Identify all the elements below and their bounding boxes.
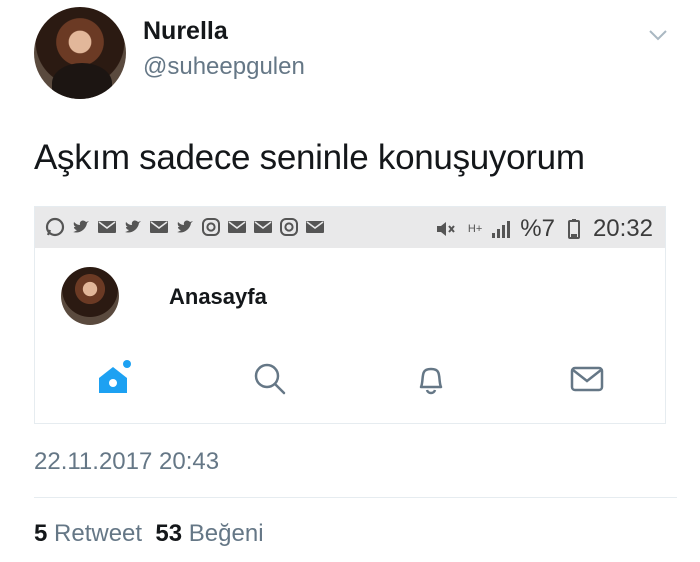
embedded-page-title: Anasayfa bbox=[169, 284, 267, 309]
tweet-stats: 5 Retweet 53 Beğeni bbox=[34, 520, 264, 548]
mute-icon bbox=[436, 222, 455, 236]
twitter-icon bbox=[73, 220, 89, 233]
author-handle[interactable]: @suheepgulen bbox=[143, 53, 305, 81]
signal-icon bbox=[492, 221, 511, 238]
battery-icon bbox=[567, 219, 580, 239]
twitter-icon bbox=[125, 220, 141, 233]
retweet-label[interactable]: Retweet bbox=[54, 520, 142, 547]
retweet-count[interactable]: 5 bbox=[34, 520, 47, 547]
like-count[interactable]: 53 bbox=[155, 520, 182, 547]
chevron-down-icon[interactable] bbox=[646, 25, 670, 45]
divider bbox=[34, 497, 677, 498]
instagram-icon bbox=[202, 218, 220, 236]
mail-icon bbox=[254, 221, 272, 233]
phone-status-bar: H+ %7 20:32 bbox=[35, 207, 665, 248]
tweet-timestamp[interactable]: 22.11.2017 20:43 bbox=[34, 448, 219, 476]
embedded-tab-bar bbox=[35, 355, 665, 405]
tweet-text: Aşkım sadece seninle konuşuyorum bbox=[34, 138, 585, 177]
instagram-icon bbox=[280, 218, 298, 236]
mail-icon bbox=[98, 221, 116, 233]
embedded-avatar bbox=[61, 267, 119, 325]
network-type: H+ bbox=[467, 223, 483, 235]
twitter-icon bbox=[177, 220, 193, 233]
embedded-screenshot: H+ %7 20:32 Anasayfa bbox=[34, 206, 666, 424]
notification-icons bbox=[45, 217, 325, 237]
author-avatar[interactable] bbox=[34, 7, 126, 99]
mail-icon bbox=[150, 221, 168, 233]
mail-icon bbox=[306, 221, 324, 233]
status-time: 20:32 bbox=[592, 215, 653, 242]
home-icon bbox=[99, 360, 131, 393]
status-right: H+ %7 20:32 bbox=[434, 215, 653, 243]
author-name[interactable]: Nurella bbox=[143, 17, 228, 46]
messages-icon bbox=[570, 366, 604, 392]
battery-percent: %7 bbox=[520, 215, 555, 242]
notifications-icon bbox=[419, 367, 443, 395]
whatsapp-icon bbox=[45, 217, 65, 237]
search-icon bbox=[254, 363, 286, 395]
mail-icon bbox=[228, 221, 246, 233]
like-label[interactable]: Beğeni bbox=[189, 520, 264, 547]
